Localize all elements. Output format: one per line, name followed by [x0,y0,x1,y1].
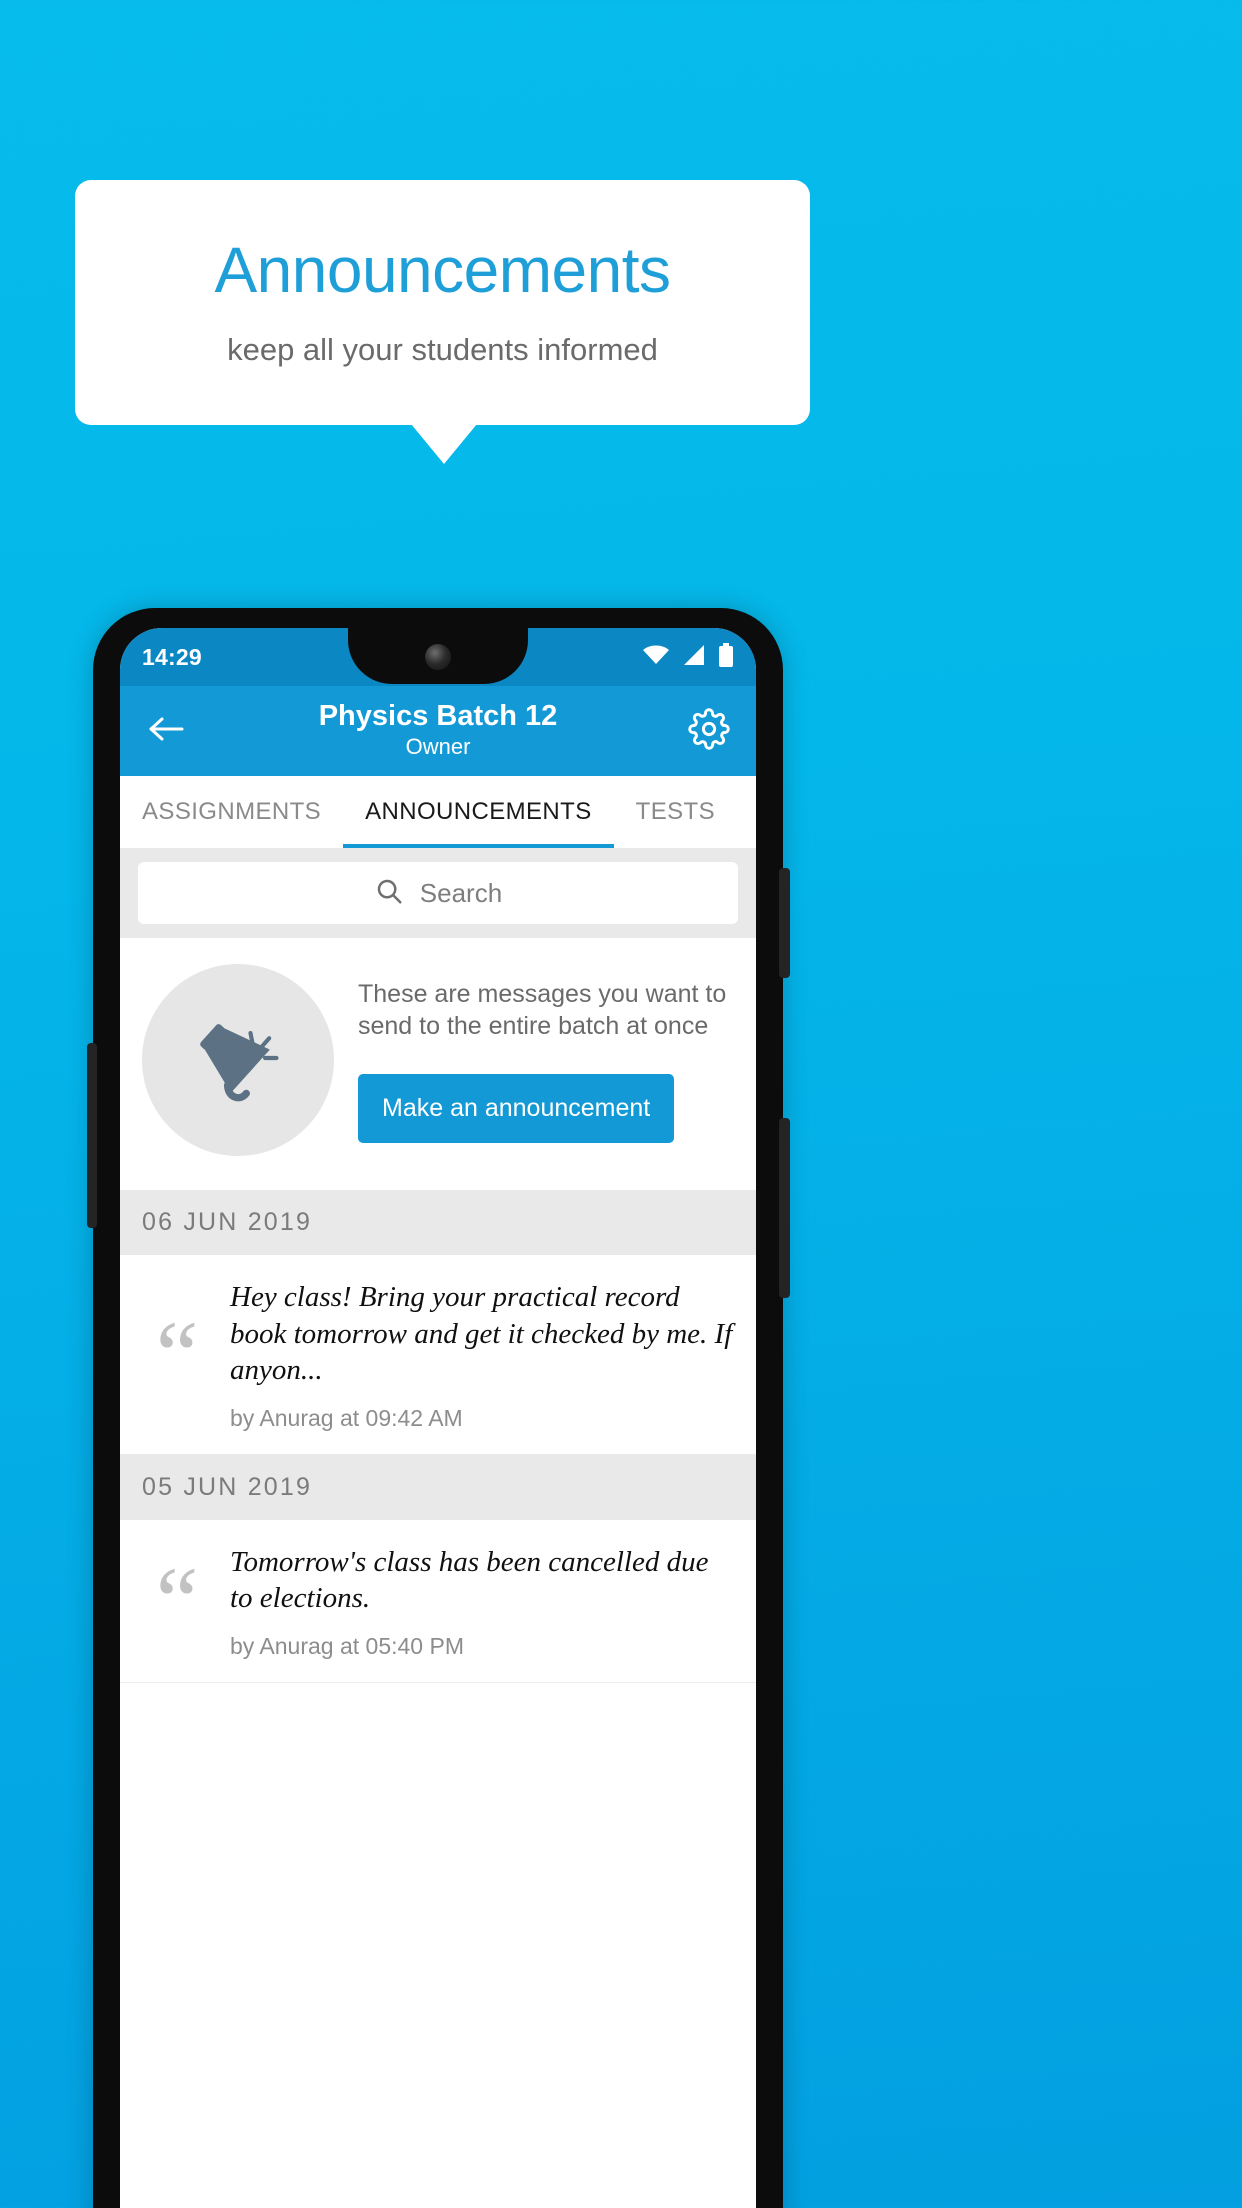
announcement-promo-text: These are messages you want to send to t… [358,979,727,1040]
announcement-list-item[interactable]: “ Hey class! Bring your practical record… [120,1255,756,1455]
phone-power-button[interactable] [779,1118,790,1298]
back-button[interactable] [144,708,190,754]
battery-icon [718,642,734,672]
tab-tests-label: TESTS [635,798,715,825]
quote-icon: “ [155,1547,199,1655]
megaphone-icon [186,1006,290,1115]
tab-announcements[interactable]: ANNOUNCEMENTS [343,776,614,848]
megaphone-avatar [142,964,334,1156]
status-time: 14:29 [142,643,202,670]
tab-bar[interactable]: ASSIGNMENTS ANNOUNCEMENTS TESTS V [120,776,756,848]
page-subtitle: Owner [405,734,471,760]
phone-side-button-left[interactable] [87,1043,97,1228]
page-title: Physics Batch 12 [318,700,558,733]
tab-assignments-label: ASSIGNMENTS [142,798,322,825]
search-placeholder: Search [419,877,503,908]
date-header-1: 06 JUN 2019 [120,1190,756,1255]
tab-next-partial[interactable]: V [737,776,756,848]
app-bar-titles: Physics Batch 12 Owner [120,700,756,762]
signal-icon [682,644,706,671]
search-input[interactable]: Search [138,862,738,924]
announcement-promo-content: These are messages you want to send to t… [358,978,734,1143]
announcement-body: Hey class! Bring your practical record b… [230,1279,734,1432]
wifi-icon [642,645,670,670]
announcement-list-item[interactable]: “ Tomorrow's class has been cancelled du… [120,1519,756,1683]
announcement-body: Tomorrow's class has been cancelled due … [230,1544,734,1660]
announcement-text: Hey class! Bring your practical record b… [230,1281,733,1387]
settings-button[interactable] [686,707,732,755]
phone-screen: 14:29 Physics Batch 12 Owner ASSIGNMENTS… [120,628,756,2208]
promo-card-tail [411,424,477,464]
promo-card: Announcements keep all your students inf… [75,180,810,425]
gear-icon [688,707,730,755]
promo-title: Announcements [214,233,671,306]
announcement-promo-row: These are messages you want to send to t… [120,938,756,1190]
back-arrow-icon [149,715,185,748]
date-header-2: 05 JUN 2019 [120,1454,756,1520]
search-bar-container: Search [120,848,756,938]
phone-device: 14:29 Physics Batch 12 Owner ASSIGNMENTS… [87,608,790,2208]
tab-announcements-label: ANNOUNCEMENTS [365,798,592,825]
status-icons [642,642,734,672]
phone-volume-button[interactable] [779,868,790,978]
camera-notch [348,628,528,684]
search-icon [374,876,404,911]
front-camera-icon [425,644,451,670]
announcement-meta: by Anurag at 05:40 PM [230,1632,464,1659]
app-bar: Physics Batch 12 Owner [120,686,756,776]
quote-icon: “ [155,1301,199,1409]
status-bar: 14:29 [120,628,756,686]
announcement-meta: by Anurag at 09:42 AM [230,1404,463,1431]
tab-assignments[interactable]: ASSIGNMENTS [120,776,343,848]
promo-subtitle: keep all your students informed [227,332,658,368]
make-announcement-button[interactable]: Make an announcement [358,1073,675,1143]
announcement-text: Tomorrow's class has been cancelled due … [230,1545,709,1615]
tab-tests[interactable]: TESTS [614,776,737,848]
